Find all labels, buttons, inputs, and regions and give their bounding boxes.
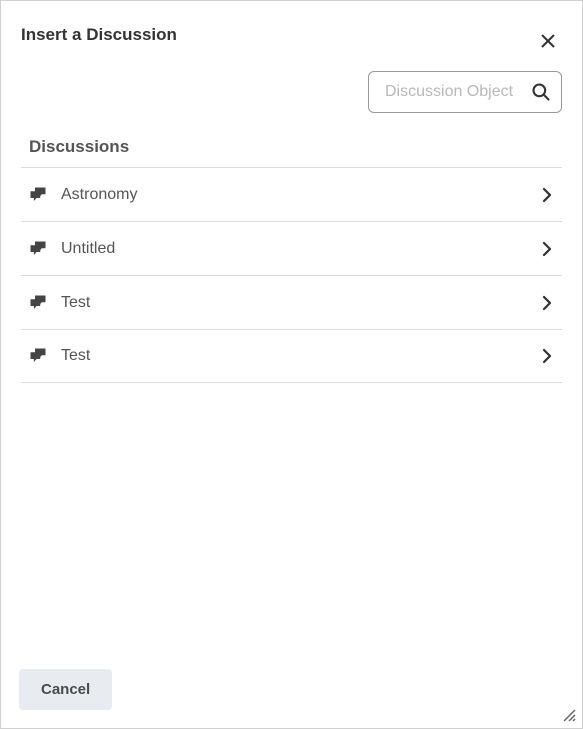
list-item-label: Test: [61, 294, 538, 312]
close-button[interactable]: [536, 27, 560, 57]
resize-handle-icon[interactable]: [562, 708, 576, 722]
close-icon: [540, 33, 556, 49]
discussion-icon: [29, 240, 47, 258]
dialog-footer: Cancel: [1, 651, 582, 728]
discussion-icon: [29, 186, 47, 204]
list-item-label: Astronomy: [61, 186, 538, 204]
section-heading: Discussions: [1, 113, 582, 167]
chevron-right-icon: [538, 186, 556, 204]
list-item-label: Test: [61, 347, 538, 365]
dialog-header: Insert a Discussion: [1, 1, 582, 57]
discussion-icon: [29, 294, 47, 312]
cancel-button[interactable]: Cancel: [19, 669, 112, 710]
chevron-right-icon: [538, 240, 556, 258]
search-icon: [531, 82, 551, 102]
chevron-right-icon: [538, 294, 556, 312]
discussion-list: Astronomy Untitled Test: [1, 167, 582, 651]
list-item[interactable]: Test: [21, 329, 562, 383]
insert-discussion-dialog: Insert a Discussion Discussions Astronom…: [1, 1, 582, 728]
list-item-label: Untitled: [61, 240, 538, 258]
search-box[interactable]: [368, 71, 562, 113]
list-item[interactable]: Untitled: [21, 221, 562, 275]
dialog-title: Insert a Discussion: [21, 25, 177, 45]
chevron-right-icon: [538, 347, 556, 365]
list-item[interactable]: Astronomy: [21, 167, 562, 221]
search-row: [1, 57, 582, 113]
search-input[interactable]: [385, 83, 525, 101]
discussion-icon: [29, 347, 47, 365]
list-item[interactable]: Test: [21, 275, 562, 329]
